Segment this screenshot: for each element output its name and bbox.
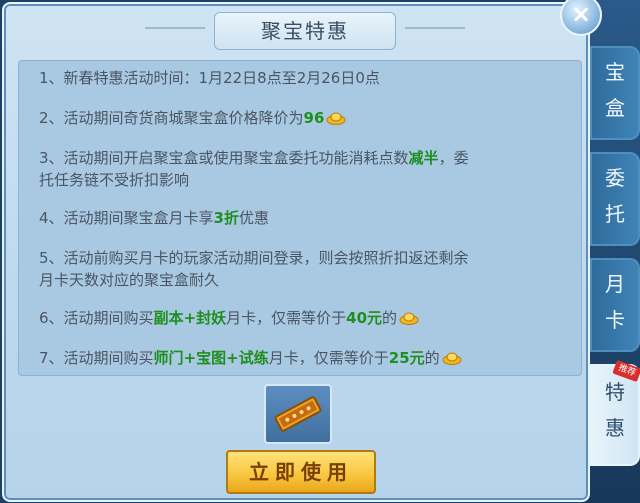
rule-line-1: 1、新春特惠活动时间：1月22日8点至2月26日0点: [39, 65, 380, 91]
use-now-button[interactable]: 立即使用: [226, 450, 376, 494]
rule-3-highlight: 减半: [408, 149, 439, 167]
rule-3-suffix: ，委: [438, 149, 469, 167]
rule-2-text: 2、活动期间奇货商城聚宝盒价格降价为: [39, 109, 304, 127]
rule-6-suffix: 的: [382, 309, 398, 327]
rule-6-plus: +: [183, 309, 197, 327]
rule-4-highlight: 3折: [213, 209, 239, 227]
tab-label-1a: 宝: [605, 60, 625, 84]
rule-line-4: 4、活动期间聚宝盒月卡享3折优惠: [39, 205, 269, 231]
item-slot[interactable]: [264, 384, 332, 444]
dialog-title: 聚宝特惠: [261, 19, 349, 43]
gold-ingot-icon: [326, 112, 346, 125]
rule-6-text: 6、活动期间购买: [39, 309, 154, 327]
gold-ingot-icon: [399, 312, 419, 325]
rule-7-plus-1: +: [183, 349, 197, 367]
rule-3-text-continued: 托任务链不受折扣影响: [39, 171, 190, 189]
title-plate: 聚宝特惠: [145, 12, 465, 50]
description-box: 1、新春特惠活动时间：1月22日8点至2月26日0点 2、活动期间奇货商城聚宝盒…: [18, 60, 582, 376]
rule-7-text: 7、活动期间购买: [39, 349, 154, 367]
tab-monthly-card[interactable]: 月 卡: [590, 258, 640, 352]
dialog-panel: 聚宝特惠 1、新春特惠活动时间：1月22日8点至2月26日0点 2、活动期间奇货…: [2, 2, 590, 502]
rule-2-highlight: 96: [303, 109, 325, 127]
tab-label-4b: 惠: [605, 416, 625, 440]
rule-7-suffix: 的: [424, 349, 440, 367]
tab-label-2b: 托: [605, 202, 625, 226]
rule-6-highlight-2: 封妖: [196, 309, 227, 327]
rule-3-text: 3、活动期间开启聚宝盒或使用聚宝盒委托功能消耗点数: [39, 149, 409, 167]
rule-7-highlight-1: 师门: [153, 349, 184, 367]
rule-1-text: 1、新春特惠活动时间：1月22日8点至2月26日0点: [39, 69, 380, 87]
tab-label-2a: 委: [605, 166, 625, 190]
rule-7-price: 25元: [388, 349, 425, 367]
rule-line-6: 6、活动期间购买副本+封妖月卡，仅需等价于40元的: [39, 305, 419, 331]
gold-treasure-box-icon: [274, 396, 322, 432]
rule-line-7: 7、活动期间购买师门+宝图+试练月卡，仅需等价于25元的: [39, 345, 462, 371]
rule-4-suffix: 优惠: [238, 209, 269, 227]
rule-line-5b: 月卡天数对应的聚宝盒耐久: [39, 267, 219, 293]
tab-delegate[interactable]: 委 托: [590, 152, 640, 246]
rule-7-plus-2: +: [226, 349, 239, 367]
tab-special-offer[interactable]: 推荐 特 惠: [590, 359, 640, 466]
gold-ingot-icon: [442, 352, 462, 365]
rule-5-text-continued: 月卡天数对应的聚宝盒耐久: [39, 271, 220, 289]
tab-label-1b: 盒: [605, 96, 625, 120]
rule-line-2: 2、活动期间奇货商城聚宝盒价格降价为96: [39, 105, 346, 131]
rule-5-text: 5、活动前购买月卡的玩家活动期间登录，则会按照折扣返还剩余: [39, 249, 469, 267]
rule-7-highlight-2: 宝图: [196, 349, 227, 367]
close-icon: ×: [570, 0, 592, 28]
rule-6-highlight-1: 副本: [153, 309, 184, 327]
rule-line-3b: 托任务链不受折扣影响: [39, 167, 189, 193]
rule-6-price: 40元: [346, 309, 383, 327]
tab-treasure-box[interactable]: 宝 盒: [590, 46, 640, 140]
title-decoration-left: [145, 27, 205, 37]
rule-6-mid: 月卡，仅需等价于: [226, 309, 347, 327]
rule-7-highlight-3: 试练: [238, 349, 269, 367]
title-decoration-right: [405, 27, 465, 37]
rule-4-text: 4、活动期间聚宝盒月卡享: [39, 209, 214, 227]
rule-7-mid: 月卡，仅需等价于: [268, 349, 389, 367]
tab-label-3b: 卡: [605, 308, 625, 332]
tab-label-3a: 月: [605, 272, 625, 296]
